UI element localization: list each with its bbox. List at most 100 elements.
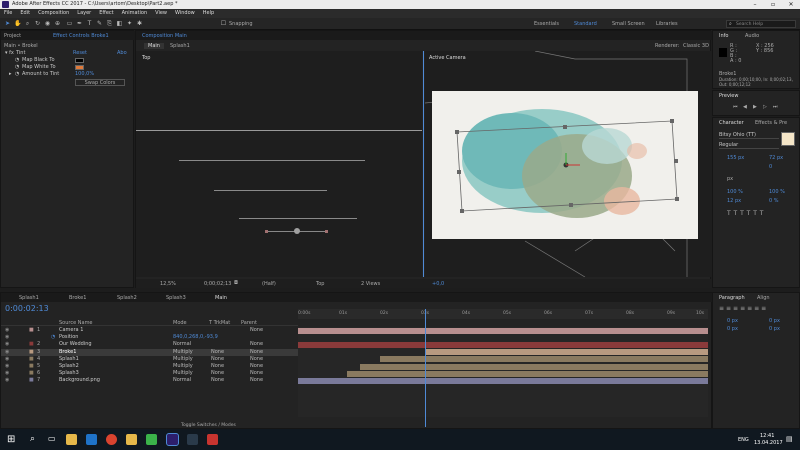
layer-name[interactable]: Our Wedding bbox=[59, 341, 92, 348]
menu-layer[interactable]: Layer bbox=[73, 9, 95, 18]
vscale-value[interactable]: 100 % bbox=[727, 189, 743, 195]
leading-value[interactable]: 72 px bbox=[769, 155, 783, 161]
camera-tool-icon[interactable]: ◉ bbox=[44, 20, 51, 27]
unit-dropdown[interactable]: px bbox=[727, 176, 733, 182]
menu-animation[interactable]: Animation bbox=[118, 9, 152, 18]
tab-effect-controls[interactable]: Effect Controls Broke1 bbox=[53, 33, 109, 39]
layer-mode[interactable]: Multiply bbox=[173, 349, 193, 356]
indent-left-value[interactable]: 0 px bbox=[727, 318, 738, 324]
zoom-dropdown[interactable]: 12,5% bbox=[160, 281, 176, 287]
text-style-buttons[interactable]: TTTTTT bbox=[727, 210, 766, 217]
active-camera-viewport[interactable]: Active Camera bbox=[425, 51, 712, 277]
selection-tool-icon[interactable]: ➤ bbox=[4, 20, 11, 27]
clone-tool-icon[interactable]: ⎘ bbox=[106, 20, 113, 27]
minimize-button[interactable]: – bbox=[746, 0, 764, 9]
explorer-icon[interactable] bbox=[126, 434, 137, 445]
toggle-switches-button[interactable]: Toggle Switches / Modes bbox=[181, 423, 236, 428]
label-color[interactable]: ■ bbox=[29, 356, 34, 363]
tsume-value[interactable]: 0 % bbox=[769, 198, 779, 204]
tracking-value[interactable]: 0 bbox=[769, 164, 772, 170]
layer-trkmat[interactable]: None bbox=[211, 356, 224, 363]
timeline-timecode[interactable]: 0:00:02:13 bbox=[5, 304, 49, 313]
edge-icon[interactable] bbox=[86, 434, 97, 445]
search-help-field[interactable]: ⌕ Search Help bbox=[726, 20, 796, 28]
layer-mode[interactable]: Normal bbox=[173, 341, 191, 348]
layer-name[interactable]: Splash3 bbox=[59, 370, 79, 377]
last-frame-icon[interactable]: ⏭ bbox=[773, 104, 778, 110]
tab-composition[interactable]: Composition Main bbox=[142, 33, 187, 39]
tab-preview[interactable]: Preview bbox=[719, 93, 738, 99]
layer-row[interactable]: ◉ ■ 6 Splash3 Multiply None None bbox=[1, 370, 298, 377]
workspace-small-screen[interactable]: Small Screen bbox=[612, 21, 645, 27]
camera-handle[interactable] bbox=[265, 230, 268, 233]
layer-name[interactable]: Broke1 bbox=[59, 349, 76, 356]
fx-tint-row[interactable]: ▾ fx Tint Reset Abo bbox=[1, 50, 133, 57]
layer-duration-bar[interactable] bbox=[380, 356, 708, 363]
pen-tool-icon[interactable]: ✒ bbox=[76, 20, 83, 27]
layer-parent[interactable]: None bbox=[250, 377, 263, 384]
menu-composition[interactable]: Composition bbox=[34, 9, 73, 18]
zoom-tool-icon[interactable]: ⌕ bbox=[24, 20, 31, 27]
tab-project[interactable]: Project bbox=[4, 33, 21, 39]
layer-mode[interactable]: Multiply bbox=[173, 363, 193, 370]
layer-parent[interactable]: None bbox=[250, 370, 263, 377]
layer-parent[interactable]: None bbox=[250, 363, 263, 370]
space-before-value[interactable]: 0 px bbox=[727, 326, 738, 332]
label-color[interactable]: ■ bbox=[29, 377, 34, 384]
workspace-essentials[interactable]: Essentials bbox=[534, 21, 559, 27]
col-parent[interactable]: Parent bbox=[241, 320, 257, 326]
label-color[interactable]: ■ bbox=[29, 327, 34, 334]
time-ruler[interactable]: 0:00s01s02s03s04s05s06s07s08s09s10s bbox=[298, 309, 708, 319]
media-encoder-icon[interactable] bbox=[187, 434, 198, 445]
reset-link[interactable]: Reset bbox=[73, 50, 87, 57]
top-viewport[interactable]: Top bbox=[136, 51, 422, 277]
rectangle-tool-icon[interactable]: ▭ bbox=[66, 20, 73, 27]
windows-start-icon[interactable]: ⊞ bbox=[7, 434, 15, 445]
views-dropdown[interactable]: 2 Views bbox=[361, 281, 380, 287]
style-dropdown[interactable]: Regular bbox=[719, 142, 779, 149]
hscale-value[interactable]: 100 % bbox=[769, 189, 785, 195]
task-view-icon[interactable]: ▭ bbox=[48, 434, 56, 443]
brush-tool-icon[interactable]: ✎ bbox=[96, 20, 103, 27]
layer-duration-bar[interactable] bbox=[298, 327, 708, 334]
renderer-value[interactable]: Classic 3D bbox=[683, 43, 709, 49]
property-value[interactable]: 840,0,268,0,-93,9 bbox=[173, 334, 218, 341]
about-link[interactable]: Abo bbox=[117, 50, 127, 57]
amount-value[interactable]: 100,0% bbox=[75, 71, 94, 78]
layer-parent[interactable]: None bbox=[250, 327, 263, 334]
layer-row[interactable]: ◉ ■ 3 Broke1 Multiply None None bbox=[1, 348, 298, 356]
visibility-icon[interactable]: ◉ bbox=[5, 356, 9, 363]
file-explorer-icon[interactable] bbox=[66, 434, 77, 445]
first-frame-icon[interactable]: ⏮ bbox=[733, 104, 738, 110]
tray-time[interactable]: 12:41 bbox=[760, 433, 774, 439]
black-color-swatch[interactable] bbox=[75, 58, 84, 63]
stopwatch-icon[interactable]: ◔ bbox=[15, 57, 19, 64]
menu-file[interactable]: File bbox=[0, 9, 16, 18]
after-effects-icon[interactable] bbox=[166, 433, 179, 446]
layer-duration-bar[interactable] bbox=[425, 349, 708, 356]
view-dropdown[interactable]: Top bbox=[316, 281, 324, 287]
layer-duration-bar[interactable] bbox=[298, 378, 708, 384]
layer-trkmat[interactable]: None bbox=[211, 370, 224, 377]
layer-mode[interactable]: Normal bbox=[173, 377, 191, 384]
tray-lang[interactable]: ENG bbox=[738, 437, 749, 443]
snapping-checkbox[interactable]: ☐ bbox=[220, 20, 227, 27]
subtab-main[interactable]: Main bbox=[144, 43, 164, 49]
puppet-tool-icon[interactable]: ✱ bbox=[136, 20, 143, 27]
layer-duration-bar[interactable] bbox=[298, 342, 708, 348]
rotate-tool-icon[interactable]: ↻ bbox=[34, 20, 41, 27]
camera-handle[interactable] bbox=[294, 228, 300, 234]
layer-name[interactable]: Splash2 bbox=[59, 363, 79, 370]
fx-toggle-icon[interactable]: ▾ fx bbox=[5, 50, 14, 57]
tab-audio[interactable]: Audio bbox=[745, 33, 759, 39]
space-after-value[interactable]: 0 px bbox=[769, 326, 780, 332]
property-row[interactable]: ◉ ◔ Position 840,0,268,0,-93,9 bbox=[1, 334, 298, 341]
layer-parent[interactable]: None bbox=[250, 341, 263, 348]
indent-right-value[interactable]: 0 px bbox=[769, 318, 780, 324]
layer-row[interactable]: ◉ ■ 1 Camera 1 None bbox=[1, 327, 298, 334]
visibility-icon[interactable]: ◉ bbox=[5, 377, 9, 384]
app-icon[interactable] bbox=[207, 434, 218, 445]
layer-trkmat[interactable]: None bbox=[211, 349, 224, 356]
hand-tool-icon[interactable]: ✋ bbox=[14, 20, 21, 27]
layer-name[interactable]: Background.png bbox=[59, 377, 100, 384]
